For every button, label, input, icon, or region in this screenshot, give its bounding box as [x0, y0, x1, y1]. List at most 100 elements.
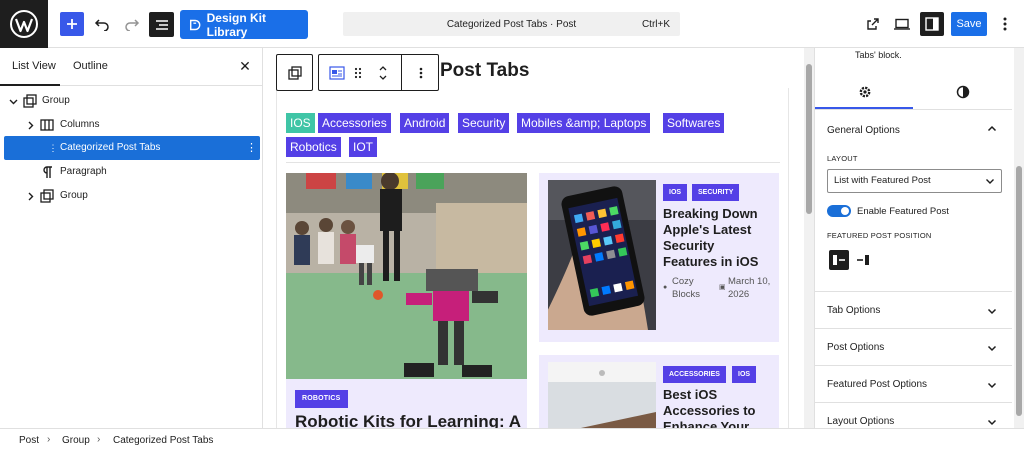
post-image[interactable] — [548, 180, 656, 330]
canvas-scrollbar[interactable] — [804, 48, 814, 428]
featured-post-image[interactable] — [286, 173, 527, 379]
tab-robotics[interactable]: Robotics — [286, 137, 341, 157]
author-line: Blocks — [672, 289, 700, 300]
category-badge[interactable]: IOS — [732, 366, 757, 383]
post-title[interactable]: Best iOS Accessories to Enhance Your — [663, 387, 775, 428]
position-left-button[interactable] — [829, 250, 849, 270]
align-right-icon — [857, 255, 869, 265]
post-title[interactable]: Breaking Down Apple's Latest Security Fe… — [663, 206, 775, 270]
post-card[interactable]: IOS SECURITY Breaking Down Apple's Lates… — [539, 173, 779, 342]
device-preview-button[interactable] — [891, 13, 913, 35]
tab-styles[interactable] — [953, 82, 973, 102]
tab-android[interactable]: Android — [400, 113, 450, 133]
section-title: Post Options — [827, 342, 885, 353]
more-vertical-icon — [419, 67, 423, 78]
more-vertical-icon — [1003, 17, 1007, 31]
wordpress-logo-button[interactable] — [0, 0, 48, 48]
post-tabs-icon: ⋮ — [48, 142, 58, 153]
chevron-right-icon[interactable] — [25, 120, 35, 130]
post-title-line: Security — [663, 238, 715, 253]
list-item-group[interactable]: Group — [4, 184, 260, 208]
layout-select[interactable]: List with Featured Post — [827, 169, 1002, 193]
layout-options-section[interactable]: Layout Options — [815, 402, 1012, 428]
post-card[interactable]: ACCESSORIES IOS Best iOS Accessories to … — [539, 355, 779, 428]
design-kit-icon — [189, 19, 201, 30]
command-palette-button[interactable]: Categorized Post Tabs · Post Ctrl+K — [343, 12, 680, 36]
add-block-button[interactable] — [60, 12, 84, 36]
tab-settings[interactable] — [855, 82, 875, 102]
featured-post-toggle[interactable] — [827, 205, 851, 217]
redo-button[interactable] — [120, 12, 144, 36]
list-view-tabs: List View Outline ✕ — [0, 48, 263, 86]
wordpress-icon — [10, 10, 38, 38]
move-up-down-button[interactable] — [373, 55, 393, 90]
block-options-button[interactable] — [411, 55, 431, 90]
list-view-icon — [155, 19, 168, 30]
undo-icon — [94, 19, 109, 31]
breadcrumb-post[interactable]: Post — [19, 435, 39, 446]
tab-accessories[interactable]: Accessories — [318, 113, 391, 133]
columns-icon — [40, 118, 54, 132]
view-post-button[interactable] — [862, 13, 884, 35]
chevron-up-icon[interactable] — [986, 123, 998, 135]
tab-list-view[interactable]: List View — [12, 60, 56, 72]
breadcrumb-group[interactable]: Group — [62, 435, 90, 446]
post-title-line: Enhance Your — [663, 419, 750, 428]
post-title-line: Apple's Latest — [663, 222, 752, 237]
drag-handle-icon[interactable] — [351, 55, 365, 90]
list-item-paragraph[interactable]: Paragraph — [4, 160, 260, 184]
post-title-line: Features in iOS — [663, 254, 759, 269]
featured-post-card[interactable]: ROBOTICS Robotic Kits for Learning: A — [286, 173, 527, 428]
document-overview-button[interactable] — [149, 12, 174, 37]
chevron-right-icon: › — [97, 434, 101, 445]
scrollbar-thumb[interactable] — [1016, 166, 1022, 416]
settings-scrollbar[interactable] — [1014, 48, 1024, 428]
select-parent-button[interactable] — [276, 54, 313, 91]
block-breadcrumb: Post › Group › Categorized Post Tabs — [0, 428, 1024, 473]
block-heading[interactable]: Post Tabs — [440, 60, 529, 82]
category-badge[interactable]: SECURITY — [692, 184, 740, 201]
tab-outline[interactable]: Outline — [73, 60, 108, 72]
document-title: Categorized Post Tabs · Post — [446, 18, 577, 30]
tab-mobiles-laptops[interactable]: Mobiles &amp; Laptops — [517, 113, 651, 133]
general-options-title[interactable]: General Options — [827, 125, 900, 136]
post-options-section[interactable]: Post Options — [815, 328, 1012, 365]
tab-options-section[interactable]: Tab Options — [815, 291, 1012, 328]
options-menu-button[interactable] — [995, 13, 1015, 35]
save-button[interactable]: Save — [951, 12, 987, 36]
active-tab-indicator — [0, 84, 60, 86]
category-badge[interactable]: IOS — [663, 184, 688, 201]
category-badge[interactable]: ACCESSORIES — [663, 366, 726, 383]
category-badge[interactable]: ROBOTICS — [295, 390, 348, 408]
layout-label: LAYOUT — [827, 154, 858, 163]
list-item-categorized-post-tabs[interactable]: ⋮ Categorized Post Tabs ⋮ — [4, 136, 260, 160]
design-kit-library-button[interactable]: Design Kit Library — [180, 10, 308, 39]
scrollbar-thumb[interactable] — [806, 64, 812, 214]
chevron-down-icon[interactable] — [8, 96, 18, 106]
featured-post-title[interactable]: Robotic Kits for Learning: A — [295, 412, 525, 428]
block-description: Tabs' block. — [855, 50, 902, 60]
breadcrumb-categorized-post-tabs[interactable]: Categorized Post Tabs — [113, 435, 213, 446]
chevron-right-icon: › — [47, 434, 51, 445]
post-image[interactable] — [548, 362, 656, 428]
toolbar-divider — [401, 55, 402, 90]
tab-iot[interactable]: IOT — [349, 137, 377, 157]
block-type-button[interactable] — [327, 55, 347, 90]
list-item-group[interactable]: Group — [4, 89, 260, 113]
list-item-label: Columns — [60, 119, 100, 130]
tab-softwares[interactable]: Softwares — [663, 113, 725, 133]
list-item-columns[interactable]: Columns — [4, 113, 260, 137]
settings-toggle-button[interactable] — [920, 12, 944, 36]
align-left-icon — [833, 255, 845, 265]
group-icon — [40, 189, 54, 203]
tab-ios[interactable]: IOS — [286, 113, 315, 133]
position-right-button[interactable] — [853, 250, 873, 270]
close-icon[interactable]: ✕ — [237, 57, 253, 75]
more-vertical-icon[interactable]: ⋮ — [246, 141, 257, 154]
chevron-right-icon[interactable] — [25, 191, 35, 201]
undo-button[interactable] — [90, 12, 114, 36]
post-title-line: Breaking Down — [663, 206, 758, 221]
tab-security[interactable]: Security — [458, 113, 510, 133]
featured-post-options-section[interactable]: Featured Post Options — [815, 365, 1012, 402]
contrast-icon — [956, 85, 970, 99]
